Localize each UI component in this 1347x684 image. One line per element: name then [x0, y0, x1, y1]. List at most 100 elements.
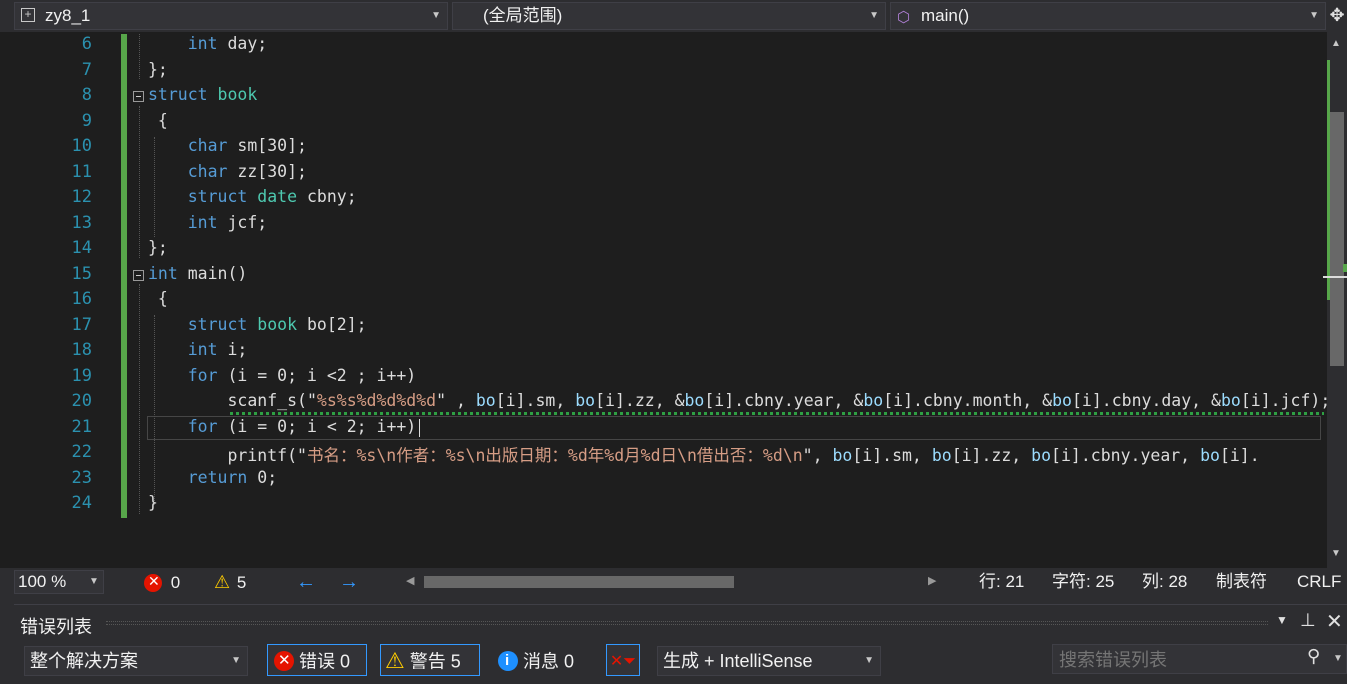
vertical-scrollbar[interactable]: ▲ ▼ — [1323, 32, 1347, 568]
warning-count-button[interactable]: ⚠ 5 — [214, 572, 246, 593]
warnings-filter-button[interactable]: ⚠ 警告 5 — [380, 644, 480, 676]
line-number: 13 — [71, 212, 92, 233]
error-list-toolbar: 整个解决方案 ▼ ✕ 错误 0 ⚠ 警告 5 i 消息 0 ✕⏷ 生成 + In… — [14, 638, 1347, 684]
chevron-down-icon[interactable]: ▼ — [1333, 653, 1343, 664]
scope-dropdown[interactable]: (全局范围) ▼ — [452, 2, 886, 30]
member-label: main() — [921, 6, 970, 25]
line-number: 7 — [81, 59, 92, 80]
line-number: 20 — [71, 391, 92, 411]
code-token: int — [148, 263, 178, 283]
scroll-right-icon[interactable]: ▶ — [928, 574, 936, 587]
code-token: (i = 0; i < 2; i++) — [217, 416, 417, 436]
member-dropdown[interactable]: ⬡ main() ▼ — [890, 2, 1326, 30]
code-token: i; — [217, 340, 248, 359]
code-token: { — [148, 289, 168, 308]
zoom-dropdown[interactable]: 100 % ▼ — [14, 570, 104, 594]
code-token: book — [257, 314, 298, 334]
chevron-down-icon: ▼ — [864, 655, 874, 666]
navigation-bar: + zy8_1 ▼ (全局范围) ▼ ⬡ main() ▼ ✥ — [0, 0, 1347, 32]
code-token: zz[30]; — [227, 161, 307, 181]
code-token: [i].cbny.month, & — [883, 391, 1053, 410]
code-token: struct — [148, 85, 208, 104]
code-token: bo — [863, 391, 884, 410]
code-line: for (i = 0; i < 2; i++) — [148, 416, 417, 436]
code-token: sm[30]; — [227, 136, 307, 155]
code-token: } — [148, 493, 158, 512]
navigate-back-icon[interactable]: ← — [296, 571, 316, 593]
code-token: [i].sm, — [852, 446, 932, 465]
code-editor[interactable] — [0, 32, 1327, 568]
split-window-icon[interactable]: ✥ — [1327, 2, 1347, 30]
collapse-struct-book-icon[interactable] — [133, 91, 144, 102]
search-input[interactable] — [1053, 645, 1301, 675]
code-token: [i].cbny.day, & — [1071, 391, 1221, 410]
code-token: bo — [1052, 391, 1072, 410]
panel-menu-icon[interactable]: ▼ — [1276, 613, 1288, 627]
messages-filter-button[interactable]: i 消息 0 — [493, 644, 587, 676]
line-number: 14 — [71, 238, 92, 258]
scroll-caret-marker — [1323, 276, 1347, 278]
errors-filter-button[interactable]: ✕ 错误 0 — [267, 644, 367, 676]
code-line: struct book — [148, 85, 257, 104]
chevron-down-icon: ▼ — [89, 576, 99, 587]
line-number: 11 — [71, 161, 92, 182]
filter-icon: ✕⏷ — [609, 653, 637, 670]
horizontal-scrollbar[interactable]: ◀ ▶ — [404, 572, 944, 592]
code-line: int day; — [148, 34, 267, 53]
panel-grip — [106, 621, 1268, 625]
column-indicator: 列: 28 — [1142, 572, 1188, 591]
tab-mode-indicator[interactable]: 制表符 — [1216, 571, 1267, 593]
project-dropdown[interactable]: + zy8_1 ▼ — [14, 2, 448, 30]
collapse-main-icon[interactable] — [133, 270, 144, 281]
code-token: [i].sm, — [495, 391, 576, 410]
line-number: 16 — [71, 289, 92, 309]
error-count-button[interactable]: ✕ 0 — [144, 572, 180, 593]
code-line: }; — [148, 60, 168, 79]
filter-button[interactable]: ✕⏷ — [606, 644, 640, 676]
zoom-level: 100 % — [18, 572, 67, 591]
code-token: int — [187, 34, 218, 53]
code-token: jcf; — [217, 212, 268, 232]
code-line: char sm[30]; — [148, 136, 307, 155]
line-ending-indicator[interactable]: CRLF — [1297, 571, 1341, 593]
source-filter-dropdown[interactable]: 生成 + IntelliSense ▼ — [657, 646, 881, 676]
code-token: cbny; — [297, 187, 357, 206]
horizontal-scrollbar-thumb[interactable] — [424, 576, 734, 588]
close-icon[interactable]: ✕ — [1326, 609, 1343, 634]
source-filter-value: 生成 + IntelliSense — [663, 651, 813, 671]
code-token: ", — [802, 446, 833, 465]
scroll-up-icon[interactable]: ▲ — [1331, 38, 1341, 49]
chevron-down-icon: ▼ — [231, 655, 241, 666]
editor-status-bar: 100 % ▼ ✕ 0 ⚠ 5 ← → ◀ ▶ 行: 21 字符: 25 列: … — [0, 568, 1347, 596]
scrollbar-thumb[interactable] — [1330, 112, 1344, 366]
pin-icon[interactable]: ⊥ — [1300, 610, 1316, 631]
code-token: printf(" — [148, 446, 307, 465]
navigate-forward-icon[interactable]: → — [339, 571, 359, 593]
warnings-filter-label: 警告 5 — [409, 651, 461, 672]
code-token: struct — [187, 187, 248, 206]
scope-filter-dropdown[interactable]: 整个解决方案 ▼ — [24, 646, 248, 676]
code-line: } — [148, 493, 158, 512]
code-line: struct book bo[2]; — [148, 315, 367, 334]
scroll-left-icon[interactable]: ◀ — [406, 574, 414, 587]
line-number: 19 — [71, 365, 92, 386]
search-error-list[interactable]: ⚲ ▼ — [1052, 644, 1347, 675]
code-line: char zz[30]; — [148, 162, 307, 181]
scroll-down-icon[interactable]: ▼ — [1331, 548, 1341, 559]
search-icon[interactable]: ⚲ — [1307, 646, 1320, 667]
warning-squiggle — [230, 412, 1324, 415]
code-token: bo[2]; — [297, 314, 367, 334]
code-line: return 0; — [148, 468, 277, 487]
line-number: 6 — [81, 34, 92, 54]
project-name: zy8_1 — [45, 6, 91, 25]
project-icon: + — [21, 8, 35, 22]
code-token: bo — [1031, 446, 1052, 465]
text-cursor — [419, 419, 420, 437]
